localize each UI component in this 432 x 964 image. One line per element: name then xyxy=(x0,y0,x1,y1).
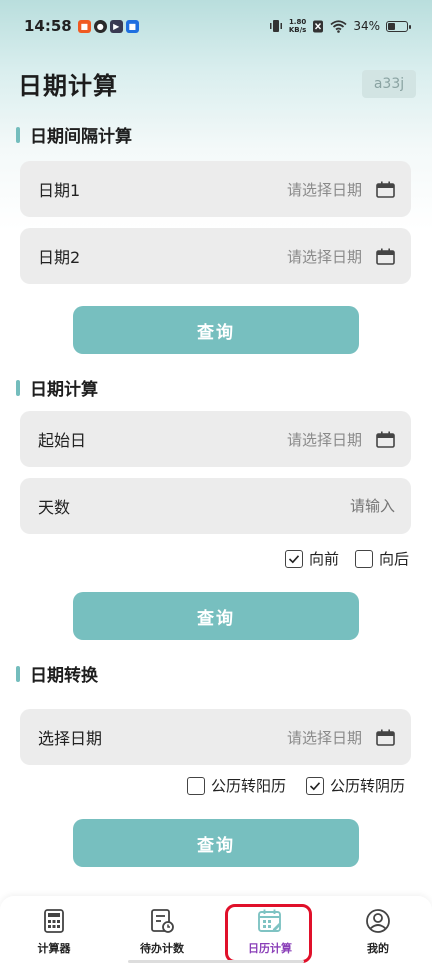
date-calc-query-button[interactable]: 查询 xyxy=(73,592,359,640)
section-accent-bar xyxy=(16,126,20,143)
nav-label: 计算器 xyxy=(37,942,71,955)
date1-field[interactable]: 日期1 请选择日期 xyxy=(20,161,411,217)
backward-checkbox[interactable]: 向后 xyxy=(355,548,409,569)
calendar-icon xyxy=(376,248,395,265)
date1-label: 日期1 xyxy=(38,181,81,200)
bottom-nav: 计算器 待办计数 日历计算 我的 xyxy=(0,896,432,964)
app-notification-icon: ● xyxy=(93,19,107,33)
nav-label: 日历计算 xyxy=(248,942,292,955)
solar-convert-checkbox-box[interactable] xyxy=(187,776,205,795)
nav-item-calendar-calc[interactable]: 日历计算 xyxy=(216,896,324,964)
start-date-value: 请选择日期 xyxy=(286,430,362,449)
forward-checkbox[interactable]: 向前 xyxy=(285,548,339,569)
header-badge[interactable]: a33j xyxy=(362,70,416,98)
nav-item-calculator[interactable]: 计算器 xyxy=(0,896,108,964)
check-icon xyxy=(288,554,300,563)
vibrate-icon xyxy=(269,20,282,32)
status-bar: 14:58 ■ ● ▶ ■ 1.80 KB/s 34% xyxy=(0,0,432,52)
solar-convert-checkbox[interactable]: 公历转阳历 xyxy=(187,775,286,796)
backward-checkbox-box[interactable] xyxy=(355,549,373,568)
page-title: 日期计算 xyxy=(18,72,118,100)
net-speed-unit: KB/s xyxy=(288,26,307,34)
section-title-interval: 日期间隔计算 xyxy=(16,122,132,147)
home-indicator[interactable] xyxy=(128,960,304,963)
days-input[interactable] xyxy=(275,497,395,515)
lunar-convert-checkbox[interactable]: 公历转阴历 xyxy=(306,775,405,796)
date2-value: 请选择日期 xyxy=(286,247,362,266)
solar-convert-label: 公历转阳历 xyxy=(211,777,287,795)
app-notification-icon: ■ xyxy=(77,19,91,33)
convert-query-button[interactable]: 查询 xyxy=(73,819,359,867)
calendar-icon xyxy=(376,431,395,448)
notification-icons: ■ ● ▶ ■ xyxy=(77,19,139,33)
wifi-icon xyxy=(330,19,347,33)
date2-field[interactable]: 日期2 请选择日期 xyxy=(20,228,411,284)
net-speed-value: 1.80 xyxy=(288,18,307,26)
days-field[interactable]: 天数 xyxy=(20,478,411,534)
battery-icon xyxy=(386,20,411,32)
status-time: 14:58 xyxy=(24,17,72,35)
section-title-text: 日期间隔计算 xyxy=(30,127,132,147)
start-date-field[interactable]: 起始日 请选择日期 xyxy=(20,411,411,467)
section-accent-bar xyxy=(16,379,20,396)
todo-icon xyxy=(151,909,174,933)
forward-checkbox-box[interactable] xyxy=(285,549,303,568)
section-title-date-calc: 日期计算 xyxy=(16,375,98,400)
lunar-convert-checkbox-box[interactable] xyxy=(306,776,324,795)
calendar-icon xyxy=(376,729,395,746)
status-right: 1.80 KB/s 34% xyxy=(269,18,411,34)
nav-label: 我的 xyxy=(367,942,389,955)
lunar-convert-label: 公历转阴历 xyxy=(330,777,406,795)
backward-label: 向后 xyxy=(379,550,410,568)
select-date-field[interactable]: 选择日期 请选择日期 xyxy=(20,709,411,765)
select-date-value: 请选择日期 xyxy=(286,728,362,747)
play-notification-icon: ▶ xyxy=(109,19,123,33)
user-icon xyxy=(366,909,390,933)
nav-label: 待办计数 xyxy=(140,942,184,955)
section-title-convert: 日期转换 xyxy=(16,661,98,686)
sim-off-icon xyxy=(313,20,324,32)
date2-label: 日期2 xyxy=(38,248,81,267)
days-label: 天数 xyxy=(38,498,71,517)
nav-item-mine[interactable]: 我的 xyxy=(324,896,432,964)
select-date-label: 选择日期 xyxy=(38,729,103,748)
section-title-text: 日期计算 xyxy=(30,380,98,400)
calculator-icon xyxy=(44,909,64,933)
battery-percent: 34% xyxy=(353,19,380,33)
interval-query-button[interactable]: 查询 xyxy=(73,306,359,354)
forward-label: 向前 xyxy=(309,550,340,568)
section-title-text: 日期转换 xyxy=(30,666,98,686)
net-speed: 1.80 KB/s xyxy=(289,18,306,34)
calendar-edit-icon xyxy=(258,909,281,932)
section-accent-bar xyxy=(16,665,20,682)
start-date-label: 起始日 xyxy=(38,431,87,450)
calendar-icon xyxy=(376,181,395,198)
check-icon xyxy=(309,781,321,790)
nav-item-todo[interactable]: 待办计数 xyxy=(108,896,216,964)
app-notification-icon: ■ xyxy=(125,19,139,33)
date1-value: 请选择日期 xyxy=(286,180,362,199)
